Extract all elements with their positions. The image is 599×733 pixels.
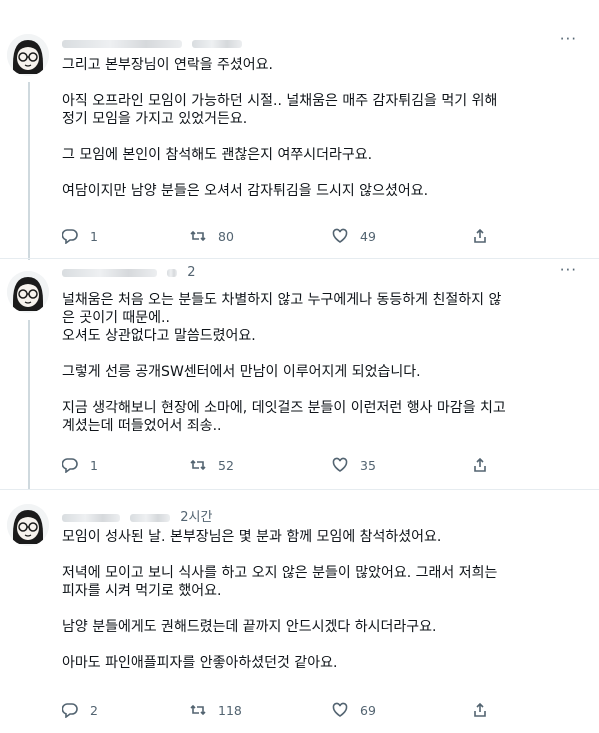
- retweet-button[interactable]: 80: [190, 226, 234, 246]
- tweet-time[interactable]: 2시간: [180, 510, 212, 525]
- retweet-button[interactable]: 52: [190, 455, 234, 475]
- tweet-line: [62, 600, 582, 618]
- like-button[interactable]: 69: [332, 700, 376, 720]
- avatar[interactable]: [7, 271, 49, 313]
- tweet-line: [62, 381, 582, 399]
- reply-button[interactable]: 2: [62, 700, 98, 720]
- share-button[interactable]: [472, 700, 488, 720]
- tweet-line: 아직 오프라인 모임이 가능하던 시절.. 널채움은 매주 감자튀김을 먹기 위…: [62, 93, 498, 109]
- tweet-3[interactable]: 2시간 모임이 성사된 날. 본부장님은 몇 분과 함께 모임에 참석하셨어요.…: [0, 490, 599, 733]
- more-options-icon[interactable]: ···: [560, 30, 577, 48]
- tweet-line: 저녁에 모이고 보니 식사를 하고 오지 않은 분들이 많았어요. 그래서 저희…: [62, 565, 498, 581]
- avatar[interactable]: [7, 504, 49, 546]
- tweet-header: 2시간: [62, 506, 212, 525]
- reply-button[interactable]: 1: [62, 455, 98, 475]
- tweet-line: 그 모임에 본인이 참석해도 괜찮은지 여쭈시더라구요.: [62, 147, 373, 163]
- avatar-illustration-icon: [7, 504, 49, 546]
- heart-icon: [332, 457, 348, 472]
- like-button[interactable]: 35: [332, 455, 376, 475]
- retweet-count: 52: [218, 457, 234, 473]
- tweet-line: 은 곳이기 때문에..: [62, 310, 170, 326]
- tweet-line: [62, 164, 582, 182]
- reply-icon: [62, 703, 78, 718]
- reply-icon: [62, 458, 78, 473]
- heart-icon: [332, 702, 348, 717]
- author-handle-redacted[interactable]: [167, 268, 178, 277]
- reply-icon: [62, 229, 78, 244]
- author-name-redacted[interactable]: [62, 39, 182, 48]
- share-button[interactable]: [472, 226, 488, 246]
- author-handle-redacted[interactable]: [130, 513, 171, 522]
- tweet-line: 남양 분들에게도 권해드렸는데 끝까지 안드시겠다 하시더라구요.: [62, 619, 437, 635]
- retweet-icon: [190, 704, 206, 716]
- tweet-text: 널채움은 처음 오는 분들도 차별하지 않고 누구에게나 동등하게 친절하지 않…: [62, 291, 582, 435]
- reply-button[interactable]: 1: [62, 226, 98, 246]
- reply-count: 1: [90, 228, 98, 244]
- avatar-illustration-icon: [7, 271, 49, 313]
- retweet-icon: [190, 230, 206, 242]
- tweet-line: [62, 636, 582, 654]
- tweet-line: [62, 128, 582, 146]
- tweet-line: 정기 모임을 가지고 있었거든요.: [62, 111, 248, 127]
- share-icon: [474, 457, 486, 472]
- like-count: 69: [360, 702, 376, 718]
- tweet-line: 아마도 파인애플피자를 안좋아하셨던것 같아요.: [62, 655, 338, 671]
- tweet-line: 지금 생각해보니 현장에 소마에, 데잇걸즈 분들이 이런저런 행사 마감을 치…: [62, 400, 506, 416]
- avatar-illustration-icon: [7, 34, 49, 76]
- tweet-2[interactable]: 2 ··· 널채움은 처음 오는 분들도 차별하지 않고 누구에게나 동등하게 …: [0, 259, 599, 489]
- retweet-count: 118: [218, 702, 242, 718]
- tweet-line: [62, 546, 582, 564]
- tweet-line: 계셨는데 떠들었어서 죄송..: [62, 418, 222, 434]
- like-count: 49: [360, 228, 376, 244]
- tweet-time[interactable]: 2: [187, 265, 195, 280]
- share-icon: [474, 702, 486, 717]
- tweet-line: 오셔도 상관없다고 말씀드렸어요.: [62, 328, 256, 344]
- avatar[interactable]: [7, 34, 49, 76]
- like-button[interactable]: 49: [332, 226, 376, 246]
- retweet-icon: [190, 459, 206, 471]
- tweet-line: 그렇게 선릉 공개SW센터에서 만남이 이루어지게 되었습니다.: [62, 364, 421, 380]
- tweet-1[interactable]: ··· 그리고 본부장님이 연락을 주셨어요. 아직 오프라인 모임이 가능하던…: [0, 0, 599, 258]
- tweet-text: 모임이 성사된 날. 본부장님은 몇 분과 함께 모임에 참석하셨어요. 저녁에…: [62, 528, 582, 672]
- tweet-text: 그리고 본부장님이 연락을 주셨어요. 아직 오프라인 모임이 가능하던 시절.…: [62, 56, 582, 200]
- author-name-redacted[interactable]: [62, 513, 120, 522]
- tweet-header: 2: [62, 265, 196, 281]
- like-count: 35: [360, 457, 376, 473]
- reply-count: 2: [90, 702, 98, 718]
- author-name-redacted[interactable]: [62, 268, 157, 277]
- reply-count: 1: [90, 457, 98, 473]
- tweet-line: [62, 345, 582, 363]
- share-icon: [474, 228, 486, 243]
- heart-icon: [332, 228, 348, 243]
- tweet-header: [62, 36, 248, 52]
- author-handle-redacted[interactable]: [192, 39, 243, 48]
- retweet-button[interactable]: 118: [190, 700, 242, 720]
- tweet-line: [62, 74, 582, 92]
- more-options-icon[interactable]: ···: [560, 261, 577, 279]
- tweet-line: 피자를 시켜 먹기로 했어요.: [62, 583, 222, 599]
- retweet-count: 80: [218, 228, 234, 244]
- tweet-line: 널채움은 처음 오는 분들도 차별하지 않고 누구에게나 동등하게 친절하지 않: [62, 292, 502, 308]
- tweet-line: 모임이 성사된 날. 본부장님은 몇 분과 함께 모임에 참석하셨어요.: [62, 529, 442, 545]
- share-button[interactable]: [472, 455, 488, 475]
- tweet-line: 여담이지만 남양 분들은 오셔서 감자튀김을 드시지 않으셨어요.: [62, 183, 429, 199]
- tweet-line: 그리고 본부장님이 연락을 주셨어요.: [62, 57, 273, 73]
